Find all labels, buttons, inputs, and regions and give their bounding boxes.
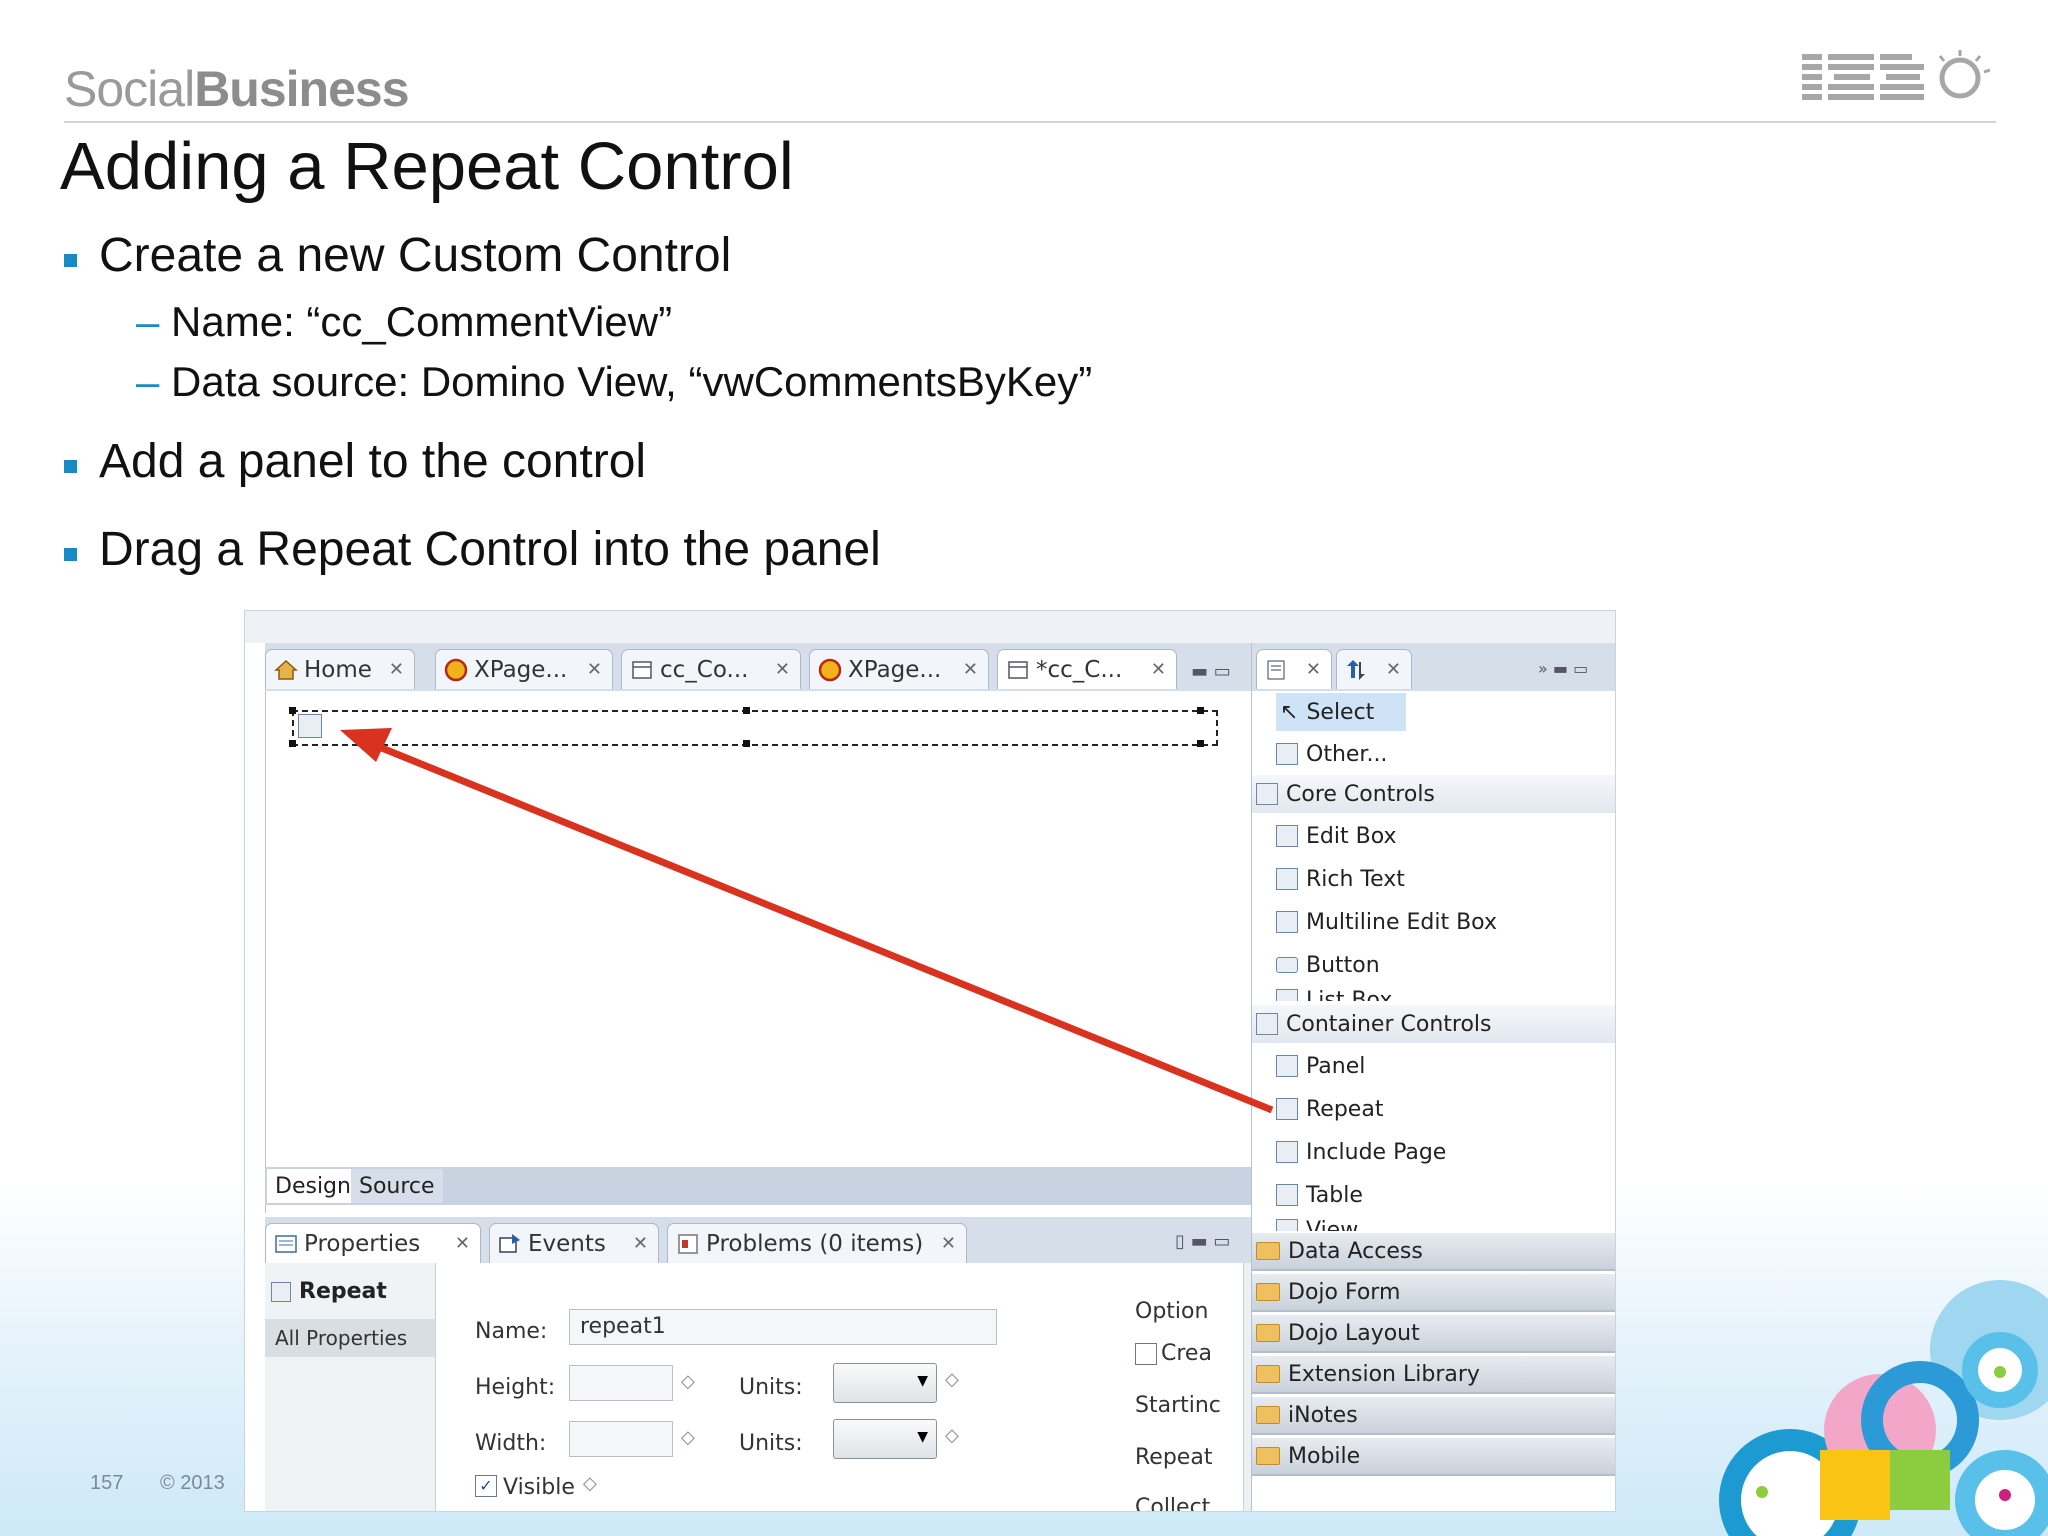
drag-arrow [340, 728, 1274, 1114]
drag-arrow-head [340, 728, 392, 762]
drag-arrow-line [370, 740, 1274, 1114]
